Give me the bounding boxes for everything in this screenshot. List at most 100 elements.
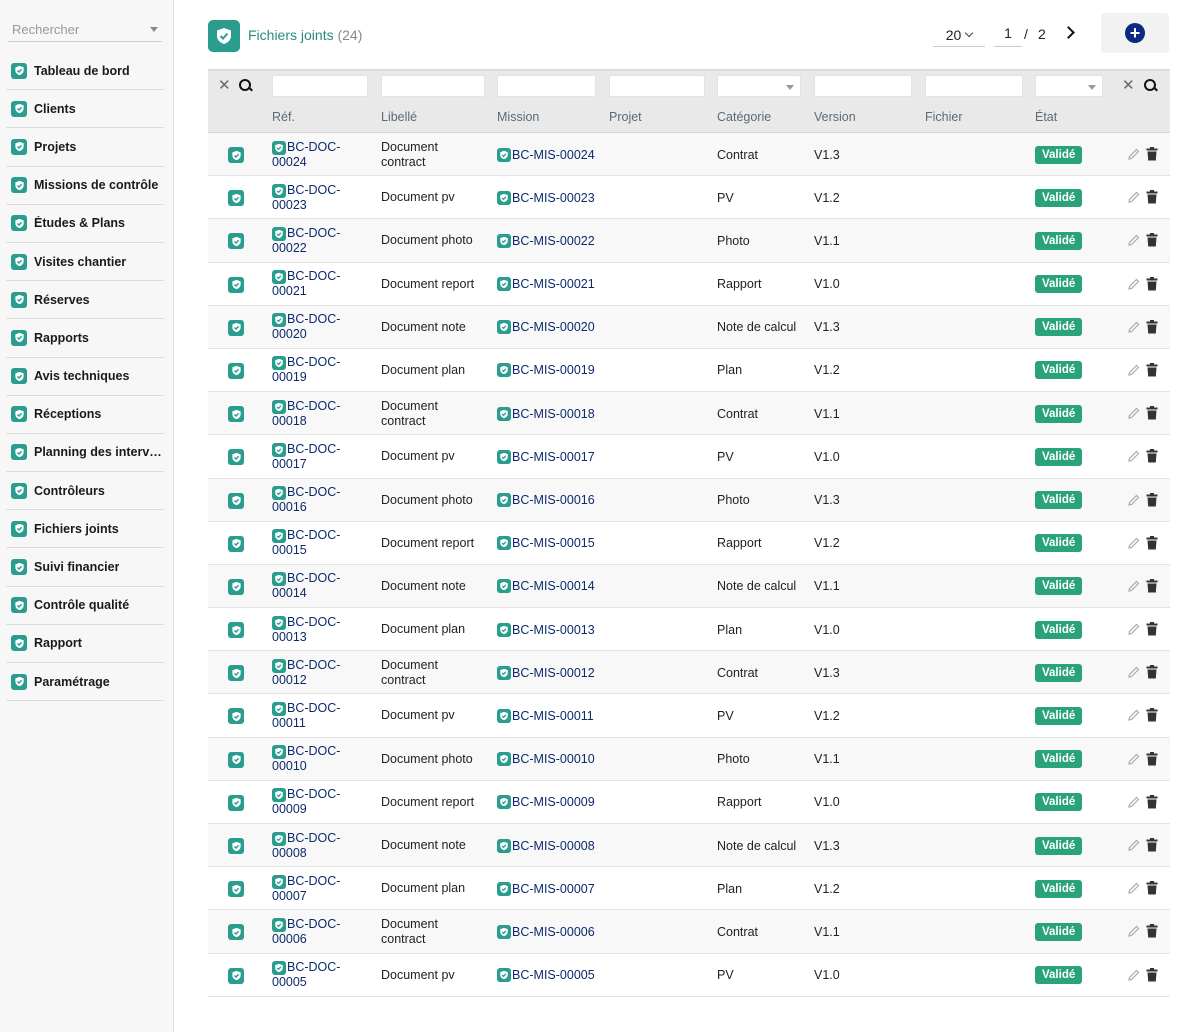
table-row[interactable]: BC-DOC- 00017 Document pv BC-MIS-00017 PV V1.… <box>208 435 1170 479</box>
trash-icon[interactable] <box>1146 794 1158 809</box>
mission-link[interactable]: BC-MIS-00008 <box>497 824 607 867</box>
filter-mission-input[interactable] <box>497 75 596 97</box>
table-row[interactable]: BC-DOC- 00013 Document plan BC-MIS-00013 Pla… <box>208 608 1170 652</box>
trash-icon[interactable] <box>1146 319 1158 334</box>
mission-link[interactable]: BC-MIS-00009 <box>497 781 607 824</box>
sidebar-item[interactable]: Réceptions <box>6 396 164 434</box>
table-row[interactable]: BC-DOC- 00024 Document contract BC-MIS-0002… <box>208 133 1170 177</box>
trash-icon[interactable] <box>1146 622 1158 636</box>
search-select[interactable]: Rechercher <box>8 18 162 42</box>
ref-link[interactable]: BC-DOC- 00009 <box>272 781 372 824</box>
table-row[interactable]: BC-DOC- 00005 Document pv BC-MIS-00005 PV V1.… <box>208 954 1170 997</box>
pencil-icon[interactable] <box>1128 191 1140 203</box>
row-checkbox-icon[interactable] <box>228 881 244 898</box>
row-checkbox-icon[interactable] <box>228 535 244 552</box>
clear-filter-close-icon[interactable]: ✕ <box>1122 76 1135 94</box>
row-checkbox-icon[interactable] <box>228 708 244 725</box>
trash-icon[interactable] <box>1146 665 1158 679</box>
ref-link[interactable]: BC-DOC- 00021 <box>272 263 372 306</box>
row-checkbox-icon[interactable] <box>228 406 244 423</box>
ref-link[interactable]: BC-DOC- 00013 <box>272 608 372 651</box>
sidebar-item[interactable]: Projets <box>6 128 164 167</box>
search-icon[interactable] <box>239 79 252 92</box>
sidebar-item[interactable]: Planning des interv… <box>6 434 164 473</box>
sidebar-item[interactable]: Visites chantier <box>6 243 164 282</box>
trash-icon[interactable] <box>1146 708 1158 722</box>
table-row[interactable]: BC-DOC- 00018 Document contract BC-MIS-0001… <box>208 392 1170 436</box>
mission-link[interactable]: BC-MIS-00013 <box>497 608 607 651</box>
pencil-icon[interactable] <box>1128 753 1140 765</box>
trash-icon[interactable] <box>1146 362 1158 377</box>
mission-link[interactable]: BC-MIS-00006 <box>497 910 607 953</box>
table-row[interactable]: BC-DOC- 00009 Document report BC-MIS-00009 R… <box>208 781 1170 824</box>
pencil-icon[interactable] <box>1128 580 1140 592</box>
trash-icon[interactable] <box>1146 924 1158 938</box>
sidebar-item[interactable]: Missions de contrôle <box>6 167 164 205</box>
filter-ref-input[interactable] <box>272 75 368 97</box>
table-row[interactable]: BC-DOC- 00008 Document note BC-MIS-00008 Not… <box>208 824 1170 868</box>
column-header[interactable]: Version <box>814 110 856 124</box>
mission-link[interactable]: BC-MIS-00021 <box>497 263 607 306</box>
mission-link[interactable]: BC-MIS-00015 <box>497 522 607 565</box>
table-row[interactable]: BC-DOC- 00011 Document pv BC-MIS-00011 PV V1.… <box>208 694 1170 738</box>
mission-link[interactable]: BC-MIS-00022 <box>497 219 607 262</box>
ref-link[interactable]: BC-DOC- 00018 <box>272 392 372 435</box>
mission-link[interactable]: BC-MIS-00010 <box>497 738 607 781</box>
mission-link[interactable]: BC-MIS-00005 <box>497 954 607 997</box>
trash-icon[interactable] <box>1146 233 1158 247</box>
trash-icon[interactable] <box>1146 492 1158 507</box>
filter-fichier-input[interactable] <box>925 75 1023 97</box>
table-row[interactable]: BC-DOC- 00020 Document note BC-MIS-00020 Not… <box>208 305 1170 349</box>
row-checkbox-icon[interactable] <box>228 665 244 682</box>
pencil-icon[interactable] <box>1128 321 1140 333</box>
mission-link[interactable]: BC-MIS-00014 <box>497 565 607 608</box>
sidebar-item[interactable]: Contrôle qualité <box>6 587 164 625</box>
row-checkbox-icon[interactable] <box>228 794 244 811</box>
ref-link[interactable]: BC-DOC- 00017 <box>272 435 372 478</box>
ref-link[interactable]: BC-DOC- 00020 <box>272 306 372 349</box>
mission-link[interactable]: BC-MIS-00007 <box>497 867 607 910</box>
trash-icon[interactable] <box>1146 881 1158 895</box>
ref-link[interactable]: BC-DOC- 00014 <box>272 565 372 608</box>
table-row[interactable]: BC-DOC- 00016 Document photo BC-MIS-00016 Ph… <box>208 478 1170 522</box>
page-size-select[interactable]: 20 <box>933 23 985 47</box>
sidebar-item[interactable]: Clients <box>6 90 164 129</box>
pencil-icon[interactable] <box>1128 666 1140 679</box>
trash-icon[interactable] <box>1146 449 1158 463</box>
mission-link[interactable]: BC-MIS-00018 <box>497 392 607 435</box>
sidebar-item[interactable]: Suivi financier <box>6 548 164 587</box>
row-checkbox-icon[interactable] <box>228 924 244 941</box>
pencil-icon[interactable] <box>1128 407 1140 419</box>
column-header[interactable]: Réf. <box>272 110 295 124</box>
search-icon[interactable] <box>1144 79 1157 92</box>
pencil-icon[interactable] <box>1128 709 1140 722</box>
table-row[interactable]: BC-DOC- 00019 Document plan BC-MIS-00019 Pla… <box>208 349 1170 393</box>
row-checkbox-icon[interactable] <box>228 362 244 379</box>
sidebar-item[interactable]: Rapport <box>6 625 164 663</box>
filter-categorie-select[interactable] <box>717 75 801 97</box>
mission-link[interactable]: BC-MIS-00012 <box>497 651 607 694</box>
row-checkbox-icon[interactable] <box>228 147 244 163</box>
sidebar-item[interactable]: Réserves <box>6 281 164 320</box>
table-row[interactable]: BC-DOC- 00014 Document note BC-MIS-00014 Not… <box>208 564 1170 609</box>
pencil-icon[interactable] <box>1128 925 1140 938</box>
ref-link[interactable]: BC-DOC- 00005 <box>272 954 372 997</box>
filter-version-input[interactable] <box>814 75 912 97</box>
column-header[interactable]: Mission <box>497 110 539 124</box>
table-row[interactable]: BC-DOC- 00023 Document pv BC-MIS-00023 PV V1.… <box>208 176 1170 220</box>
row-checkbox-icon[interactable] <box>228 449 244 466</box>
mission-link[interactable]: BC-MIS-00016 <box>497 479 607 522</box>
mission-link[interactable]: BC-MIS-00023 <box>497 176 607 219</box>
table-row[interactable]: BC-DOC- 00021 Document report BC-MIS-00021 R… <box>208 263 1170 306</box>
column-header[interactable]: Libellé <box>381 110 417 124</box>
column-header[interactable]: Catégorie <box>717 110 771 124</box>
pencil-icon[interactable] <box>1128 882 1140 894</box>
column-header[interactable]: Projet <box>609 110 642 124</box>
trash-icon[interactable] <box>1146 578 1158 593</box>
row-checkbox-icon[interactable] <box>228 492 244 509</box>
table-row[interactable]: BC-DOC- 00010 Document photo BC-MIS-00010 Ph… <box>208 737 1170 781</box>
ref-link[interactable]: BC-DOC- 00022 <box>272 219 372 262</box>
mission-link[interactable]: BC-MIS-00024 <box>497 133 607 176</box>
ref-link[interactable]: BC-DOC- 00011 <box>272 694 372 737</box>
ref-link[interactable]: BC-DOC- 00024 <box>272 133 372 176</box>
